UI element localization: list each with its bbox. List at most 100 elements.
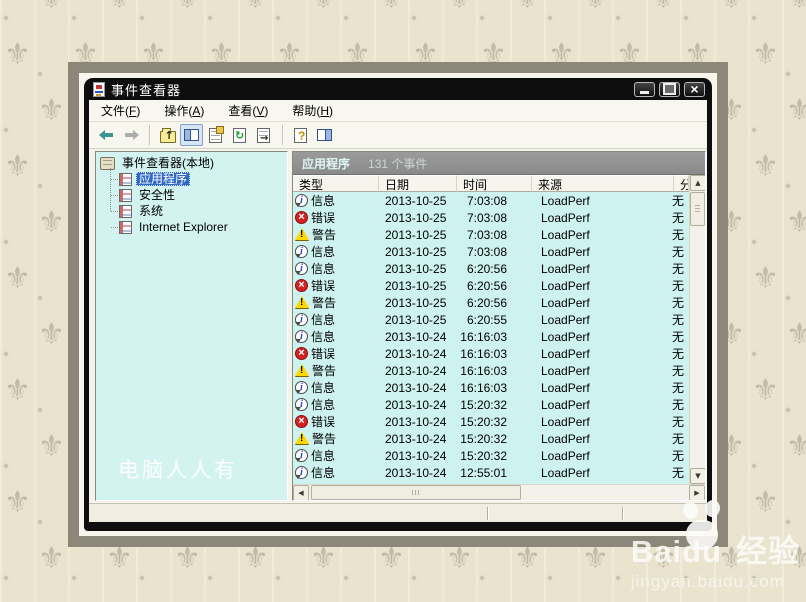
column-header-4[interactable]: 分	[674, 175, 689, 192]
scroll-right-button[interactable]: ▶	[689, 485, 705, 501]
properties-button[interactable]	[204, 124, 227, 146]
event-row[interactable]: 警告2013-10-256:20:56LoadPerf无	[293, 294, 689, 311]
event-row[interactable]: 信息2013-10-256:20:55LoadPerf无	[293, 311, 689, 328]
category-cell: 无	[672, 311, 687, 328]
menu-item-h[interactable]: 帮助(H)	[292, 102, 333, 119]
event-row[interactable]: 信息2013-10-2415:20:32LoadPerf无	[293, 447, 689, 464]
help-button[interactable]	[289, 124, 312, 146]
damask-motif: ⚜	[106, 544, 133, 574]
pattern-dot	[37, 519, 43, 525]
export-list-button[interactable]	[252, 124, 275, 146]
forward-arrow-icon	[123, 129, 139, 141]
type-label: 信息	[311, 260, 335, 277]
pattern-dot	[207, 15, 213, 21]
menu-bar: 文件(F) 操作(A) 查看(V) 帮助(H)	[89, 100, 707, 122]
event-row[interactable]: 错误2013-10-256:20:56LoadPerf无	[293, 277, 689, 294]
info-icon	[295, 449, 308, 462]
error-icon	[295, 415, 308, 428]
damask-motif: ⚜	[752, 376, 779, 406]
pattern-dot	[751, 15, 757, 21]
type-label: 警告	[312, 294, 336, 311]
menu-item-v[interactable]: 查看(V)	[228, 102, 268, 119]
event-row[interactable]: 信息2013-10-2416:16:03LoadPerf无	[293, 328, 689, 345]
event-row[interactable]: 警告2013-10-2416:16:03LoadPerf无	[293, 362, 689, 379]
event-row[interactable]: 信息2013-10-257:03:08LoadPerf无	[293, 192, 689, 209]
forward-arrow-button[interactable]	[119, 124, 142, 146]
tree-item-3[interactable]: 系统	[107, 203, 287, 219]
title-bar: 事件查看器	[89, 78, 707, 100]
show-hide-tree-button[interactable]	[180, 124, 203, 146]
column-header-2[interactable]: 时间	[457, 175, 532, 192]
pattern-dot	[479, 575, 485, 581]
category-cell: 无	[672, 294, 687, 311]
event-row[interactable]: 信息2013-10-2416:16:03LoadPerf无	[293, 379, 689, 396]
up-one-level-button[interactable]	[156, 124, 179, 146]
event-row[interactable]: 信息2013-10-2412:55:01LoadPerf无	[293, 464, 689, 481]
tree-item-2[interactable]: 安全性	[107, 187, 287, 203]
damask-motif: ⚜	[786, 208, 806, 238]
vertical-scrollbar[interactable]: ▲ ▼	[689, 175, 705, 484]
date-cell: 2013-10-24	[379, 381, 457, 395]
list-main: 类型日期时间来源分 信息2013-10-257:03:08LoadPerf无错误…	[293, 175, 689, 484]
type-label: 信息	[311, 396, 335, 413]
column-header-1[interactable]: 日期	[379, 175, 457, 192]
vertical-scroll-thumb[interactable]	[690, 192, 705, 226]
column-header-0[interactable]: 类型	[293, 175, 379, 192]
refresh-icon	[233, 128, 246, 143]
tree-item-1[interactable]: 应用程序	[107, 171, 287, 187]
source-cell: LoadPerf	[532, 245, 674, 259]
horizontal-scroll-thumb[interactable]	[311, 485, 521, 500]
minimize-button[interactable]	[634, 82, 655, 97]
back-arrow-button[interactable]	[95, 124, 118, 146]
maximize-button[interactable]	[659, 82, 680, 97]
pattern-dot	[37, 71, 43, 77]
pattern-dot	[275, 15, 281, 21]
date-cell: 2013-10-25	[379, 313, 457, 327]
pattern-dot	[785, 407, 791, 413]
column-header-3[interactable]: 来源	[532, 175, 674, 192]
category-cell: 无	[672, 447, 687, 464]
type-cell: 信息	[293, 379, 379, 396]
damask-motif: ⚜	[38, 320, 65, 350]
horizontal-scrollbar[interactable]: ◀ ▶	[293, 484, 705, 500]
event-row[interactable]: 错误2013-10-2415:20:32LoadPerf无	[293, 413, 689, 430]
menu-item-f[interactable]: 文件(F)	[101, 102, 140, 119]
vertical-scroll-track[interactable]	[690, 227, 705, 468]
horizontal-scroll-track[interactable]	[309, 485, 689, 500]
close-button[interactable]	[684, 82, 705, 97]
refresh-button[interactable]	[228, 124, 251, 146]
source-cell: LoadPerf	[532, 228, 674, 242]
tree-item-4[interactable]: Internet Explorer	[107, 219, 287, 235]
event-row[interactable]: 信息2013-10-257:03:08LoadPerf无	[293, 243, 689, 260]
event-row[interactable]: 信息2013-10-2415:20:32LoadPerf无	[293, 396, 689, 413]
category-cell: 无	[672, 328, 687, 345]
menu-item-a[interactable]: 操作(A)	[164, 102, 204, 119]
pattern-dot	[785, 183, 791, 189]
show-hide-pane-button[interactable]	[313, 124, 336, 146]
scroll-left-button[interactable]: ◀	[293, 485, 309, 501]
tree-item-label: 安全性	[136, 188, 178, 202]
pattern-dot	[785, 295, 791, 301]
error-icon	[295, 347, 308, 360]
source-cell: LoadPerf	[532, 194, 674, 208]
scroll-down-button[interactable]: ▼	[690, 468, 706, 484]
type-cell: 警告	[293, 430, 379, 447]
event-row[interactable]: 信息2013-10-256:20:56LoadPerf无	[293, 260, 689, 277]
type-label: 信息	[311, 447, 335, 464]
source-cell: LoadPerf	[532, 313, 674, 327]
date-cell: 2013-10-24	[379, 330, 457, 344]
event-row[interactable]: 警告2013-10-2415:20:32LoadPerf无	[293, 430, 689, 447]
damask-motif: ⚜	[786, 96, 806, 126]
event-log-icon	[119, 189, 132, 202]
type-label: 信息	[311, 243, 335, 260]
tree-root[interactable]: 事件查看器(本地)	[100, 155, 287, 171]
pattern-dot	[275, 575, 281, 581]
damask-motif: ⚜	[38, 0, 65, 14]
event-row[interactable]: 警告2013-10-257:03:08LoadPerf无	[293, 226, 689, 243]
category-cell: 无	[672, 209, 687, 226]
category-cell: 无	[672, 345, 687, 362]
event-row[interactable]: 错误2013-10-257:03:08LoadPerf无	[293, 209, 689, 226]
event-row[interactable]: 错误2013-10-2416:16:03LoadPerf无	[293, 345, 689, 362]
baidu-logo-text-bai: Bai	[631, 536, 682, 567]
scroll-up-button[interactable]: ▲	[690, 175, 706, 191]
